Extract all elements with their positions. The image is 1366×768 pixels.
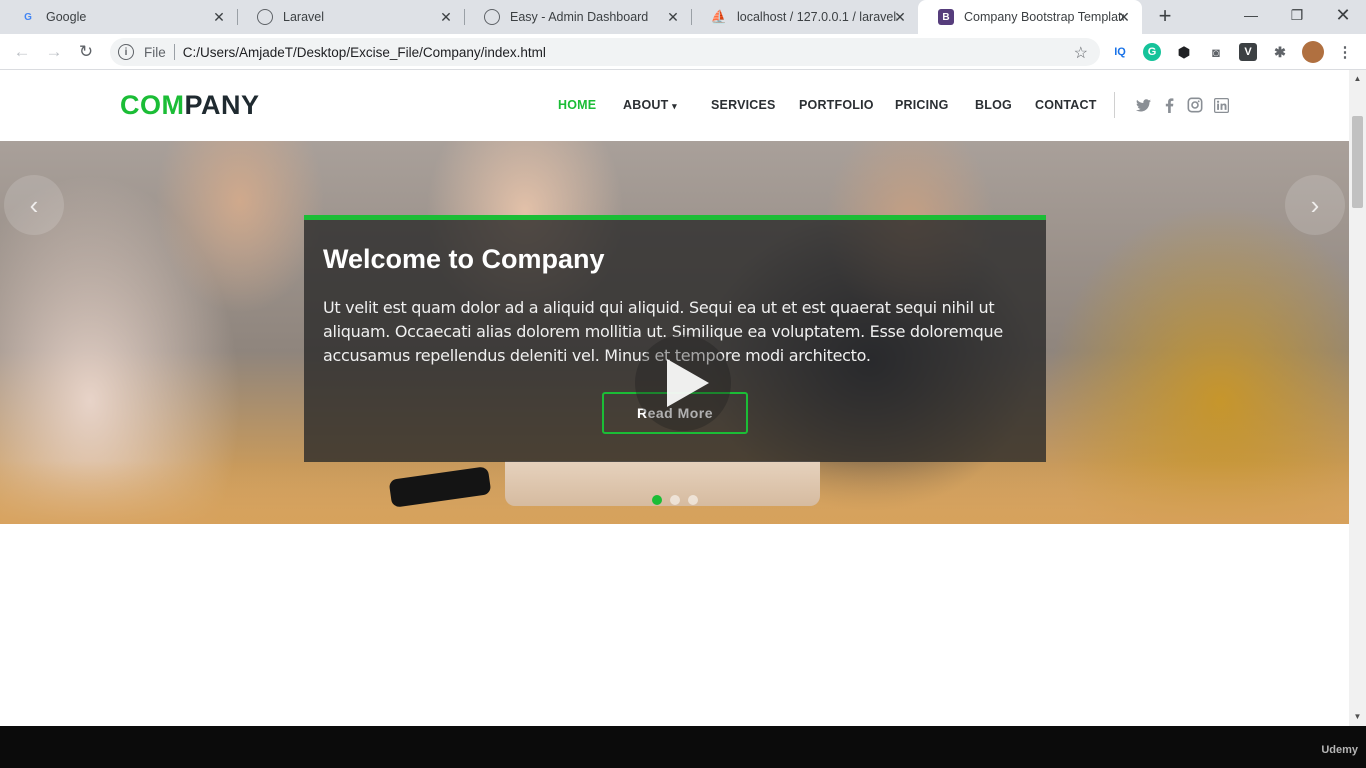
browser-tab-admin-dashboard[interactable]: Easy - Admin Dashboard ✕	[464, 0, 692, 34]
carousel-prev-icon[interactable]: ‹	[4, 175, 64, 235]
browser-tab-google[interactable]: G Google ✕	[0, 0, 238, 34]
linkedin-icon[interactable]	[1212, 96, 1230, 114]
tab-title: Laravel	[283, 10, 324, 24]
carousel-indicator-1[interactable]	[652, 495, 662, 505]
info-icon[interactable]: i	[118, 44, 134, 60]
udemy-watermark: Udemy	[1321, 744, 1358, 756]
bookmark-star-icon[interactable]: ☆	[1074, 43, 1088, 63]
hero-title: Welcome to Company	[323, 244, 605, 274]
minimize-icon[interactable]: —	[1228, 0, 1274, 30]
window-close-icon[interactable]: ✕	[1320, 0, 1366, 30]
nav-about[interactable]: ABOUT ▾	[623, 98, 677, 112]
profile-avatar[interactable]	[1302, 41, 1324, 63]
iq-extension-icon[interactable]: IQ	[1111, 43, 1129, 61]
address-url[interactable]: C:/Users/AmjadeT/Desktop/Excise_File/Com…	[183, 45, 546, 60]
nav-divider	[1114, 92, 1115, 118]
address-divider	[173, 44, 175, 60]
google-icon: G	[24, 11, 32, 23]
nav-pricing[interactable]: PRICING	[895, 98, 949, 112]
scrollbar-thumb[interactable]	[1352, 116, 1363, 208]
nav-blog[interactable]: BLOG	[975, 98, 1012, 112]
bootstrap-icon: B	[938, 9, 954, 25]
tab-title: Company Bootstrap Template	[964, 10, 1124, 24]
video-player-bar: Udemy	[0, 726, 1366, 768]
address-scheme-label: File	[144, 44, 166, 60]
tab-title: Google	[46, 10, 87, 24]
extensions-puzzle-icon[interactable]: ✱	[1271, 43, 1289, 61]
globe-icon	[257, 9, 273, 25]
nav-home[interactable]: HOME	[558, 98, 596, 112]
carousel-indicators	[652, 495, 698, 505]
site-logo[interactable]: COMPANY	[120, 90, 260, 121]
box-extension-icon[interactable]: ⬢	[1175, 43, 1193, 61]
new-tab-button[interactable]: +	[1154, 5, 1176, 27]
nav-about-label: ABOUT	[623, 98, 669, 112]
nav-services[interactable]: SERVICES	[711, 98, 776, 112]
logo-part-1: COM	[120, 90, 185, 120]
carousel-next-icon[interactable]: ›	[1285, 175, 1345, 235]
close-icon[interactable]: ✕	[438, 9, 454, 25]
close-icon[interactable]: ✕	[1116, 9, 1132, 25]
nav-contact[interactable]: CONTACT	[1035, 98, 1097, 112]
browser-tab-strip: G Google ✕ Laravel ✕ Easy - Admin Dashbo…	[0, 0, 1366, 34]
instagram-icon[interactable]	[1186, 96, 1204, 114]
nav-portfolio[interactable]: PORTFOLIO	[799, 98, 874, 112]
scroll-down-icon[interactable]: ▼	[1349, 710, 1366, 724]
reload-icon[interactable]: ↻	[74, 40, 98, 64]
back-icon[interactable]: ←	[10, 40, 34, 64]
browser-tab-phpmyadmin[interactable]: ⛵ localhost / 127.0.0.1 / laravel8 | ✕	[691, 0, 918, 34]
tab-title: localhost / 127.0.0.1 / laravel8 |	[737, 10, 897, 24]
forward-icon[interactable]: →	[42, 40, 66, 64]
chevron-down-icon: ▾	[672, 101, 677, 111]
carousel-indicator-3[interactable]	[688, 495, 698, 505]
site-header: COMPANY HOME ABOUT ▾ SERVICES PORTFOLIO …	[0, 70, 1349, 141]
page-viewport: COMPANY HOME ABOUT ▾ SERVICES PORTFOLIO …	[0, 70, 1349, 726]
close-icon[interactable]: ✕	[211, 9, 227, 25]
close-icon[interactable]: ✕	[892, 9, 908, 25]
browser-toolbar: ← → ↻ i File C:/Users/AmjadeT/Desktop/Ex…	[0, 34, 1366, 70]
v-extension-icon[interactable]: V	[1239, 43, 1257, 61]
facebook-icon[interactable]	[1160, 96, 1178, 114]
browser-menu-icon[interactable]: ⋮	[1336, 43, 1354, 61]
play-triangle-icon	[667, 359, 709, 407]
carousel-indicator-2[interactable]	[670, 495, 680, 505]
globe-icon	[484, 9, 500, 25]
restore-icon[interactable]: ❐	[1274, 0, 1320, 30]
grammarly-extension-icon[interactable]: G	[1143, 43, 1161, 61]
twitter-icon[interactable]	[1134, 96, 1152, 114]
logo-part-2: PANY	[184, 90, 260, 120]
browser-tab-laravel[interactable]: Laravel ✕	[237, 0, 465, 34]
tab-title: Easy - Admin Dashboard	[510, 10, 649, 24]
scroll-up-icon[interactable]: ▲	[1349, 72, 1366, 86]
phpmyadmin-icon: ⛵	[710, 9, 728, 24]
address-bar[interactable]: i File C:/Users/AmjadeT/Desktop/Excise_F…	[110, 38, 1100, 66]
camera-extension-icon[interactable]: ◙	[1207, 43, 1225, 61]
video-play-icon[interactable]	[635, 335, 731, 431]
page-scrollbar[interactable]: ▲ ▼	[1349, 70, 1366, 726]
close-icon[interactable]: ✕	[665, 9, 681, 25]
browser-tab-company[interactable]: B Company Bootstrap Template ✕	[918, 0, 1142, 34]
